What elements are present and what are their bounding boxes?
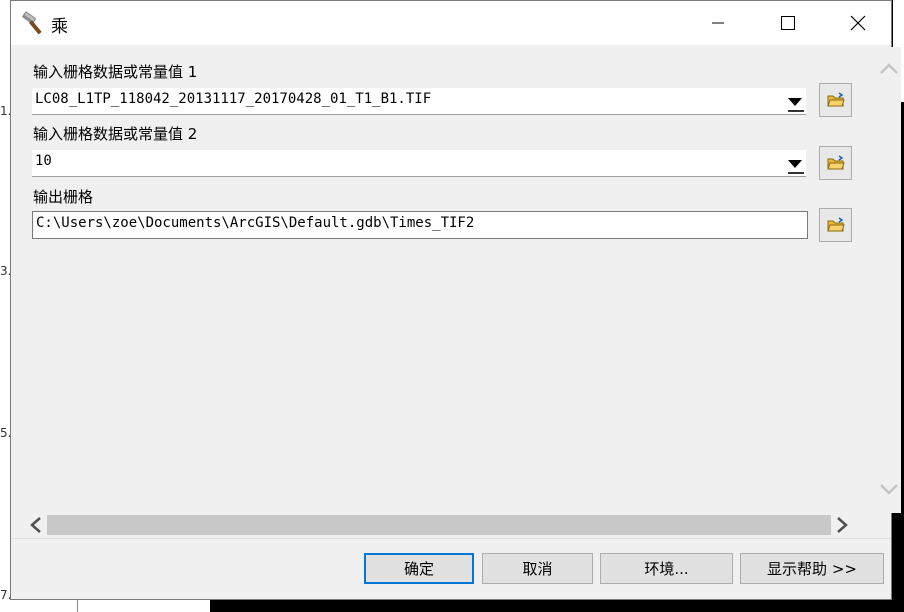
- input2-label: 输入栅格数据或常量值 2: [33, 125, 198, 143]
- minimize-icon: [712, 22, 724, 24]
- chevron-left-icon: [30, 517, 41, 533]
- input2-value: 10: [35, 153, 52, 169]
- footer-separator: [11, 538, 891, 539]
- window-title: 乘: [51, 17, 68, 37]
- show-help-button[interactable]: 显示帮助 >>: [740, 553, 884, 584]
- folder-open-icon: [826, 92, 845, 107]
- input2-combobox[interactable]: 10: [32, 150, 806, 177]
- output-label: 输出栅格: [33, 188, 94, 206]
- maximize-button[interactable]: [753, 1, 823, 45]
- input1-label: 输入栅格数据或常量值 1: [33, 63, 198, 81]
- minimize-button[interactable]: [683, 1, 753, 45]
- scroll-left-button[interactable]: [25, 513, 47, 537]
- input1-combobox[interactable]: LC08_L1TP_118042_20131117_20170428_01_T1…: [32, 88, 806, 115]
- caret-down-icon: [788, 97, 802, 106]
- ok-button[interactable]: 确定: [364, 553, 474, 584]
- chevron-right-icon: [837, 517, 848, 533]
- folder-open-icon: [826, 217, 845, 232]
- multiply-tool-dialog: 乘 输入栅格数据或常量值 1 LC08_L1TP_118042_20131117…: [10, 0, 901, 600]
- close-icon: [850, 15, 866, 31]
- output-raster-input[interactable]: C:\Users\zoe\Documents\ArcGIS\Default.gd…: [32, 211, 808, 239]
- input2-browse-button[interactable]: [819, 146, 852, 180]
- hammer-icon: [21, 11, 49, 35]
- close-button[interactable]: [823, 1, 893, 45]
- tool-parameters-panel: 输入栅格数据或常量值 1 LC08_L1TP_118042_20131117_2…: [25, 47, 865, 513]
- chevron-up-icon: [880, 63, 898, 74]
- caret-down-icon: [788, 159, 802, 168]
- output-value: C:\Users\zoe\Documents\ArcGIS\Default.gd…: [36, 215, 475, 231]
- cancel-button[interactable]: 取消: [482, 553, 593, 584]
- scrollbar-thumb[interactable]: [47, 515, 831, 535]
- input1-value: LC08_L1TP_118042_20131117_20170428_01_T1…: [35, 91, 432, 107]
- scroll-down-button[interactable]: [877, 477, 901, 501]
- maximize-icon: [781, 16, 795, 30]
- vertical-scrollbar[interactable]: [877, 47, 901, 513]
- environments-button[interactable]: 环境...: [600, 553, 733, 584]
- input1-browse-button[interactable]: [819, 83, 852, 117]
- scroll-right-button[interactable]: [831, 513, 853, 537]
- dropdown-underline: [788, 110, 804, 112]
- dropdown-underline: [788, 172, 804, 174]
- folder-open-icon: [826, 155, 845, 170]
- scroll-up-button[interactable]: [877, 57, 901, 81]
- output-browse-button[interactable]: [819, 208, 852, 242]
- title-bar[interactable]: 乘: [11, 1, 891, 45]
- chevron-down-icon: [880, 484, 898, 495]
- horizontal-scrollbar[interactable]: [25, 513, 877, 537]
